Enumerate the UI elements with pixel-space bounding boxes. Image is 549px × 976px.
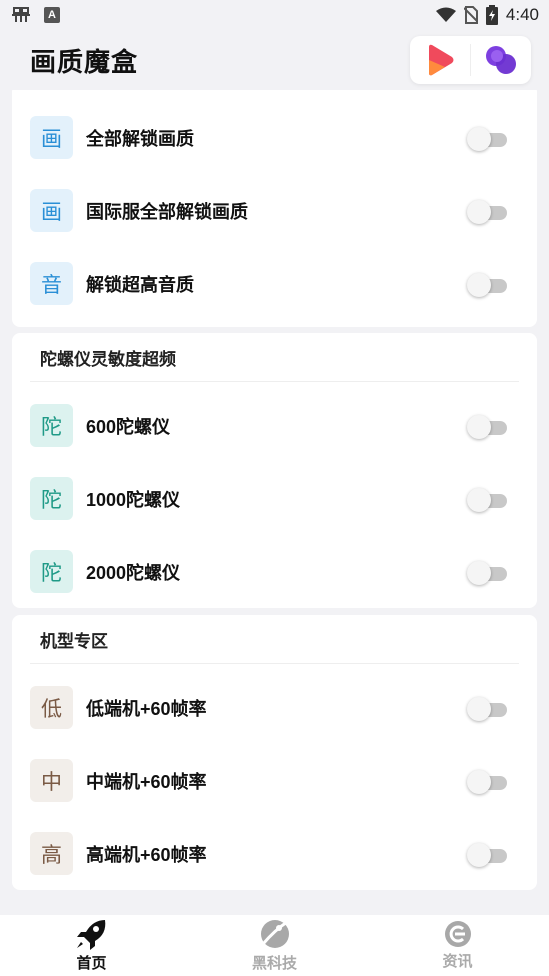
toggle-switch[interactable] [467,198,507,224]
news-icon [444,921,471,947]
rocket-icon [76,920,105,950]
group-button[interactable] [471,36,531,84]
debug-bug-icon [12,7,30,22]
card-image-quality: 画 全部解锁画质 画 国际服全部解锁画质 音 解锁超高音质 [12,90,537,327]
tab-home[interactable]: 首页 [0,915,183,976]
toggle-switch[interactable] [467,125,507,151]
item-label: 中端机+60帧率 [86,771,207,792]
tab-label: 首页 [76,955,107,972]
content-scroll[interactable]: 画 全部解锁画质 画 国际服全部解锁画质 音 解锁超高音质 陀螺仪灵敏度超频 陀… [0,90,549,915]
item-label: 600陀螺仪 [86,416,171,437]
tag-icon: 音 [30,262,73,305]
list-item[interactable]: 低 低端机+60帧率 [12,671,537,744]
toggle-switch[interactable] [467,695,507,721]
card-gyroscope: 陀螺仪灵敏度超频 陀 600陀螺仪 陀 1000陀螺仪 陀 2000陀螺仪 [12,333,537,608]
toggle-switch[interactable] [467,841,507,867]
app-header: 画质魔盒 [0,30,549,90]
section-title: 陀螺仪灵敏度超频 [40,349,176,369]
planet-icon [260,920,289,948]
tab-label: 黑科技 [251,955,297,972]
clock: 4:40 [505,5,539,24]
play-button[interactable] [410,36,470,84]
wifi-icon [435,7,456,22]
header-actions [410,36,531,84]
status-bar: A 4:40 [0,0,549,30]
no-sim-icon [463,6,478,24]
list-item[interactable]: 高 高端机+60帧率 [12,817,537,890]
tag-icon: 陀 [30,477,73,520]
list-item[interactable]: 中 中端机+60帧率 [12,744,537,817]
tab-news[interactable]: 资讯 [366,915,549,976]
tag-icon: 中 [30,759,73,802]
tag-icon: 画 [30,116,73,159]
section-title: 机型专区 [40,631,108,651]
toggle-switch[interactable] [467,768,507,794]
list-item[interactable]: 画 国际服全部解锁画质 [12,174,537,247]
item-label: 1000陀螺仪 [86,489,181,510]
keyboard-a-icon: A [44,7,60,23]
tag-icon: 陀 [30,550,73,593]
tag-icon: 画 [30,189,73,232]
item-label: 2000陀螺仪 [86,562,181,583]
list-item[interactable]: 陀 1000陀螺仪 [12,462,537,535]
item-label: 低端机+60帧率 [86,698,207,719]
tab-label: 资讯 [442,953,473,970]
item-label: 国际服全部解锁画质 [86,201,248,222]
play-icon [429,44,454,76]
card-device-tier: 机型专区 低 低端机+60帧率 中 中端机+60帧率 高 高端机+60帧率 [12,615,537,890]
app-title: 画质魔盒 [30,46,139,77]
item-label: 高端机+60帧率 [86,844,207,865]
tab-black-tech[interactable]: 黑科技 [183,915,366,976]
item-label: 全部解锁画质 [86,128,194,149]
list-item[interactable]: 音 解锁超高音质 [12,247,537,320]
toggle-switch[interactable] [467,486,507,512]
bottom-tab-bar: 首页 黑科技 资讯 [0,915,549,976]
tag-icon: 高 [30,832,73,875]
list-item[interactable]: 陀 2000陀螺仪 [12,535,537,608]
list-item[interactable]: 陀 600陀螺仪 [12,389,537,462]
tag-icon: 低 [30,686,73,729]
bubbles-icon [486,46,516,74]
list-item[interactable]: 画 全部解锁画质 [12,101,537,174]
toggle-switch[interactable] [467,271,507,297]
toggle-switch[interactable] [467,413,507,439]
item-label: 解锁超高音质 [86,274,194,295]
battery-icon [485,5,498,25]
toggle-switch[interactable] [467,559,507,585]
tag-icon: 陀 [30,404,73,447]
